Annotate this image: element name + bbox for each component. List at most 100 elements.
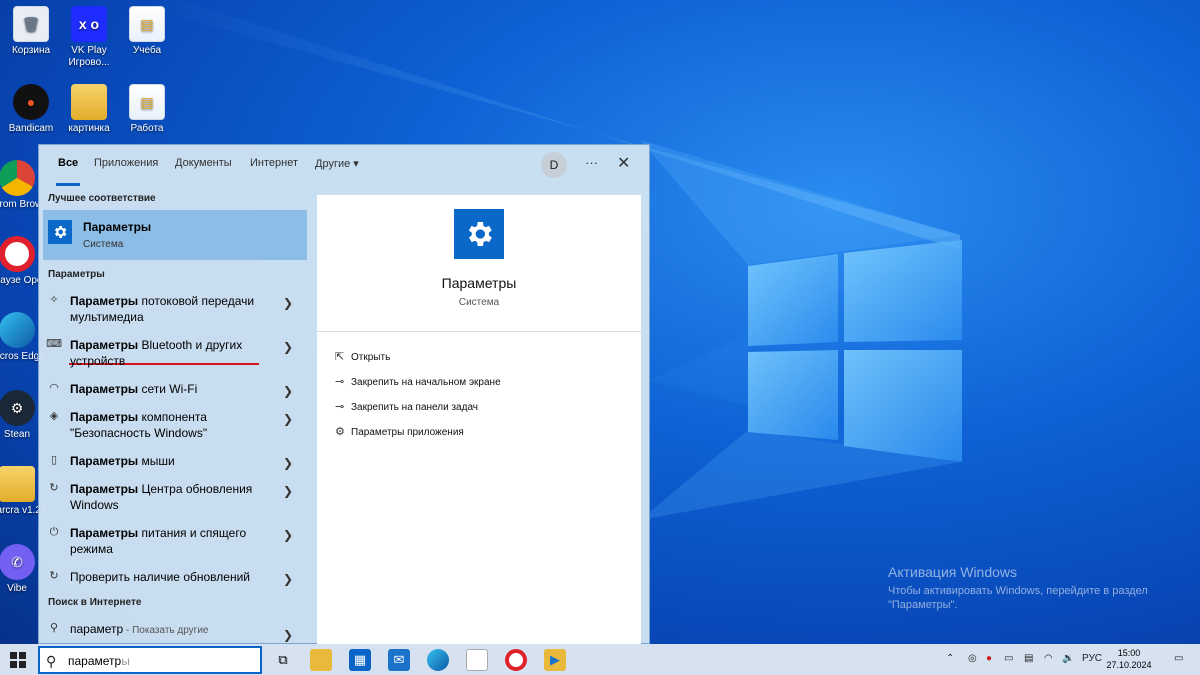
chrome-icon <box>0 160 35 196</box>
desktop-icon-label: Корзина <box>11 45 51 56</box>
close-icon[interactable]: ✕ <box>617 153 630 173</box>
result-bold: Параметры <box>70 338 139 352</box>
search-value: параметр <box>68 654 122 668</box>
action-pin-taskbar[interactable]: ⊸ Закрепить на панели задач <box>335 400 478 413</box>
mouse-icon: ▯ <box>50 454 58 466</box>
clock[interactable]: 15:00 27.10.2024 <box>1104 647 1154 671</box>
desktop-icon-label: Работа <box>130 123 164 134</box>
result-rest: сети Wi-Fi <box>138 382 198 396</box>
result-rest: Проверить наличие обновлений <box>70 570 250 584</box>
desktop-icon-picture[interactable]: картинка <box>58 84 120 135</box>
more-options-icon[interactable]: ··· <box>585 155 598 170</box>
web-hint: - Показать другие <box>123 625 209 636</box>
divider <box>317 331 641 332</box>
language-indicator[interactable]: РУС <box>1082 653 1102 664</box>
pin-icon: ⊸ <box>335 376 345 388</box>
wifi-icon[interactable]: ◠ <box>1044 653 1053 664</box>
file-explorer-icon[interactable] <box>310 649 332 671</box>
desktop-icon-recycle-bin[interactable]: 🗑 Корзина <box>0 6 62 57</box>
result-bold: Параметры <box>70 294 139 308</box>
action-app-settings[interactable]: ⚙ Параметры приложения <box>335 425 464 438</box>
desktop-icon-vk-play[interactable]: x o VK Play Игрово... <box>58 6 120 69</box>
tray-app-icon[interactable]: ● <box>986 653 992 664</box>
wifi-icon: ◠ <box>49 382 59 394</box>
desktop-icon-label: картинка <box>68 123 110 134</box>
bluetooth-devices-icon: ⌨ <box>46 338 62 350</box>
best-match-result[interactable]: Параметры Система <box>43 210 307 260</box>
tab-documents[interactable]: Документы <box>175 157 232 169</box>
chevron-right-icon[interactable]: ❯ <box>283 411 293 427</box>
update-icon: ↻ <box>49 482 59 494</box>
chevron-up-icon[interactable]: ⌃ <box>946 653 954 664</box>
clock-time: 15:00 <box>1117 648 1141 658</box>
volume-icon[interactable]: 🔉 <box>1062 653 1074 664</box>
recycle-bin-icon: 🗑 <box>13 6 49 42</box>
result-rest: мыши <box>138 454 175 468</box>
taskbar-search-input[interactable]: ⚲ параметры <box>38 646 262 674</box>
edge-icon[interactable] <box>427 649 449 671</box>
action-label: Закрепить на панели задач <box>351 402 478 413</box>
windows-start-icon[interactable] <box>10 652 26 668</box>
media-player-icon[interactable]: ▶ <box>544 649 566 671</box>
settings-app-icon <box>454 209 504 259</box>
notepad-icon[interactable] <box>466 649 488 671</box>
desktop-icon-label: VK Play Игрово... <box>68 45 110 68</box>
search-autocomplete: ы <box>121 654 130 668</box>
watermark-text: Чтобы активировать Windows, перейдите в … <box>888 585 1148 611</box>
chevron-right-icon[interactable]: ❯ <box>283 527 293 543</box>
action-label: Закрепить на начальном экране <box>351 377 501 388</box>
vk-play-icon: x o <box>71 6 107 42</box>
preview-subtitle: Система <box>458 297 500 308</box>
chevron-right-icon[interactable]: ❯ <box>283 339 293 355</box>
bandicam-icon: ● <box>13 84 49 120</box>
steam-icon: ⚙ <box>0 390 35 426</box>
desktop-icon-bandicam[interactable]: ● Bandicam <box>0 84 62 135</box>
search-icon: ⚲ <box>46 653 57 669</box>
web-query: параметр <box>70 622 124 636</box>
action-pin-start[interactable]: ⊸ Закрепить на начальном экране <box>335 375 501 388</box>
activation-watermark: Активация Windows Чтобы активировать Win… <box>888 564 1188 612</box>
tab-internet[interactable]: Интернет <box>250 157 298 169</box>
desktop-icon-label: Bandicam <box>8 123 54 134</box>
desktop-icon-work[interactable]: ▤ Работа <box>116 84 178 135</box>
best-match-heading: Лучшее соответствие <box>48 193 156 204</box>
taskbar: ⚲ параметры ⧉ ▦ ✉ ▶ ⌃ ◎ ● ▭ ▤ ◠ 🔉 РУС 15… <box>0 644 1200 675</box>
opera-icon[interactable] <box>505 649 527 671</box>
result-bold: Параметры <box>70 382 139 396</box>
opera-icon <box>0 236 35 272</box>
action-open[interactable]: ⇱ Открыть <box>335 350 390 363</box>
tab-apps[interactable]: Приложения <box>94 157 158 169</box>
preview-title: Параметры <box>441 275 517 291</box>
mail-icon[interactable]: ✉ <box>388 649 410 671</box>
clock-date: 27.10.2024 <box>1106 660 1152 670</box>
settings-heading: Параметры <box>48 269 105 280</box>
chevron-down-icon: ▾ <box>353 158 359 170</box>
gear-icon: ⚙ <box>335 426 345 438</box>
results-list: Лучшее соответствие Параметры Система Па… <box>39 185 315 645</box>
chevron-right-icon[interactable]: ❯ <box>283 295 293 311</box>
tab-all[interactable]: Все <box>55 157 81 186</box>
update-icon: ↻ <box>49 570 59 582</box>
chevron-right-icon[interactable]: ❯ <box>283 483 293 499</box>
best-match-title: Параметры <box>83 220 152 234</box>
open-icon: ⇱ <box>335 351 345 363</box>
network-icon[interactable]: ▤ <box>1024 653 1033 664</box>
tab-more[interactable]: Другие ▾ <box>315 157 359 170</box>
chevron-right-icon[interactable]: ❯ <box>283 571 293 587</box>
notifications-icon[interactable]: ▭ <box>1174 653 1183 664</box>
chevron-right-icon[interactable]: ❯ <box>283 627 293 643</box>
chevron-right-icon[interactable]: ❯ <box>283 455 293 471</box>
avatar[interactable]: D <box>541 152 567 178</box>
tray-app-icon[interactable]: ◎ <box>968 653 977 664</box>
battery-icon[interactable]: ▭ <box>1004 653 1013 664</box>
desktop-icon-study[interactable]: ▤ Учеба <box>116 6 178 57</box>
chevron-right-icon[interactable]: ❯ <box>283 383 293 399</box>
desktop-icon-label: Учеба <box>132 45 162 56</box>
watermark-title: Активация Windows <box>888 564 1018 580</box>
action-label: Параметры приложения <box>351 427 464 438</box>
settings-app-icon <box>48 220 72 244</box>
folder-icon: ▤ <box>129 6 165 42</box>
start-search-panel: Все Приложения Документы Интернет Другие… <box>38 144 650 645</box>
store-icon[interactable]: ▦ <box>349 649 371 671</box>
task-view-icon[interactable]: ⧉ <box>272 649 294 671</box>
